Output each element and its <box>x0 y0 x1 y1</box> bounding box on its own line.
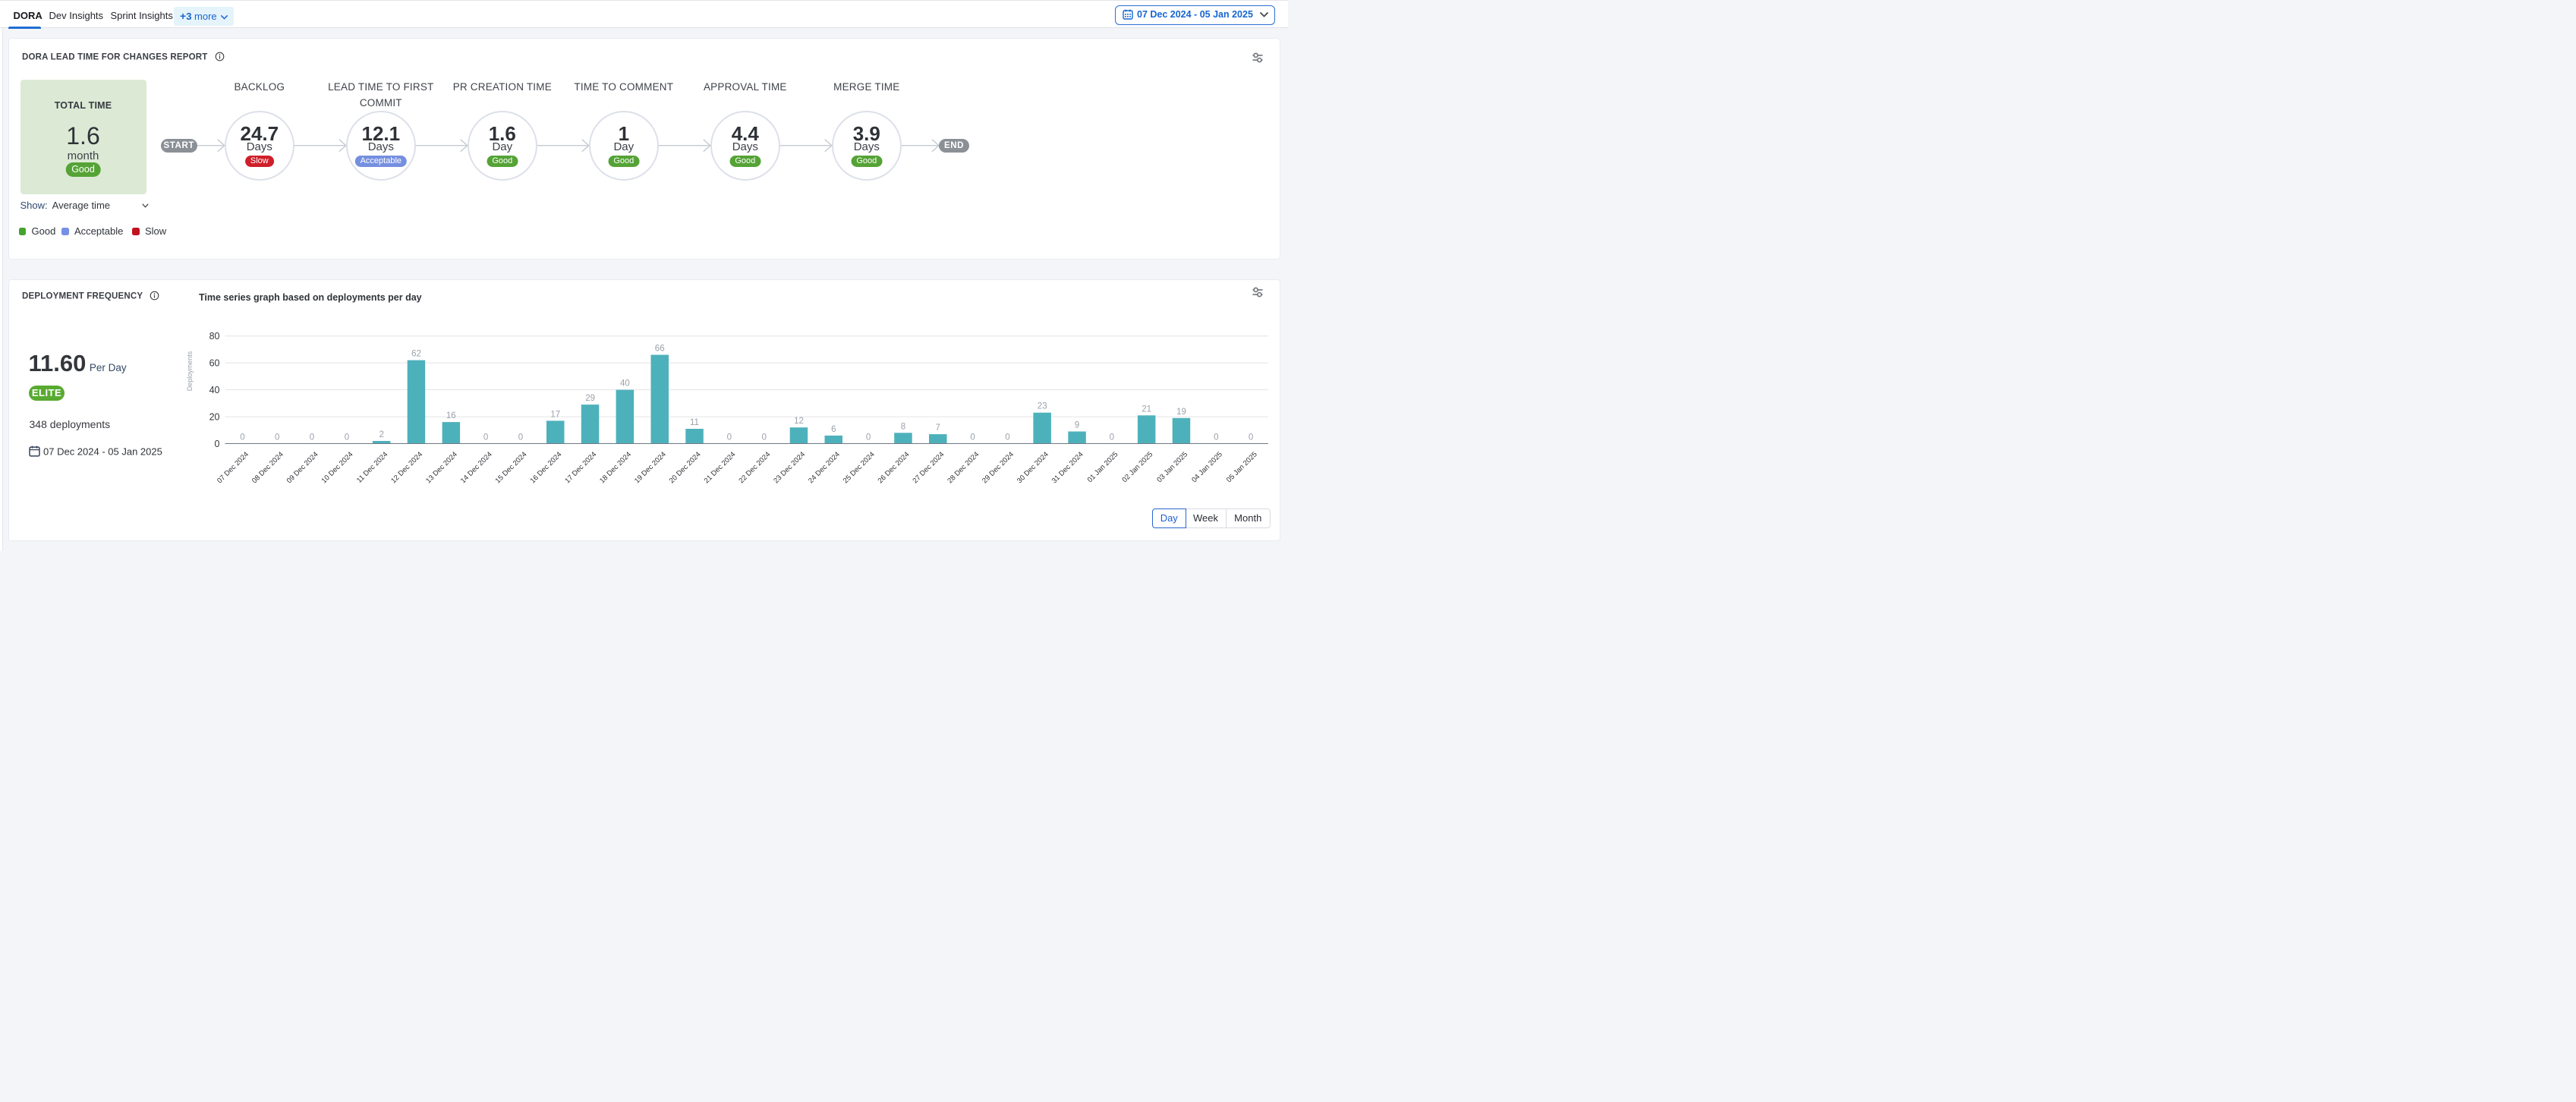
svg-text:08 Dec 2024: 08 Dec 2024 <box>250 450 285 485</box>
svg-text:01 Jan 2025: 01 Jan 2025 <box>1086 450 1120 484</box>
svg-text:0: 0 <box>761 433 766 442</box>
svg-text:17 Dec 2024: 17 Dec 2024 <box>563 450 598 485</box>
svg-text:09 Dec 2024: 09 Dec 2024 <box>285 450 320 485</box>
svg-text:04 Jan 2025: 04 Jan 2025 <box>1190 450 1224 484</box>
svg-text:19 Dec 2024: 19 Dec 2024 <box>633 450 668 485</box>
svg-text:12: 12 <box>794 417 804 426</box>
svg-text:Deployments: Deployments <box>186 351 194 391</box>
svg-text:23 Dec 2024: 23 Dec 2024 <box>772 450 807 485</box>
svg-text:22 Dec 2024: 22 Dec 2024 <box>737 450 772 485</box>
svg-text:29: 29 <box>585 394 595 403</box>
svg-text:8: 8 <box>901 422 905 431</box>
svg-text:23: 23 <box>1038 402 1047 411</box>
svg-text:17: 17 <box>550 410 560 419</box>
svg-text:7: 7 <box>935 423 940 433</box>
svg-text:0: 0 <box>727 433 732 442</box>
svg-text:0: 0 <box>518 433 523 442</box>
svg-text:11 Dec 2024: 11 Dec 2024 <box>355 450 389 484</box>
svg-text:0: 0 <box>1214 433 1218 442</box>
svg-text:24 Dec 2024: 24 Dec 2024 <box>807 450 842 485</box>
svg-text:0: 0 <box>345 433 349 442</box>
svg-text:66: 66 <box>655 345 665 354</box>
svg-text:20: 20 <box>209 412 220 423</box>
svg-text:16: 16 <box>446 411 456 420</box>
svg-text:25 Dec 2024: 25 Dec 2024 <box>842 450 877 485</box>
svg-text:11: 11 <box>690 418 699 427</box>
svg-text:6: 6 <box>831 425 836 434</box>
svg-text:0: 0 <box>1110 433 1114 442</box>
svg-text:0: 0 <box>275 433 279 442</box>
svg-text:62: 62 <box>411 350 421 359</box>
svg-text:14 Dec 2024: 14 Dec 2024 <box>459 450 494 485</box>
svg-text:60: 60 <box>209 358 220 369</box>
svg-text:40: 40 <box>620 379 630 389</box>
svg-text:20 Dec 2024: 20 Dec 2024 <box>668 450 703 485</box>
svg-text:0: 0 <box>483 433 488 442</box>
svg-text:0: 0 <box>240 433 244 442</box>
svg-text:0: 0 <box>866 433 871 442</box>
svg-text:21 Dec 2024: 21 Dec 2024 <box>703 450 738 485</box>
svg-text:16 Dec 2024: 16 Dec 2024 <box>529 450 564 485</box>
svg-text:10 Dec 2024: 10 Dec 2024 <box>320 450 355 485</box>
svg-text:15 Dec 2024: 15 Dec 2024 <box>494 450 529 485</box>
svg-text:0: 0 <box>970 433 975 442</box>
svg-text:07 Dec 2024: 07 Dec 2024 <box>216 450 250 485</box>
svg-text:0: 0 <box>310 433 314 442</box>
svg-text:05 Jan 2025: 05 Jan 2025 <box>1225 450 1259 484</box>
svg-text:9: 9 <box>1075 421 1079 430</box>
svg-text:29 Dec 2024: 29 Dec 2024 <box>981 450 1016 485</box>
svg-text:30 Dec 2024: 30 Dec 2024 <box>1016 450 1050 485</box>
svg-text:28 Dec 2024: 28 Dec 2024 <box>946 450 981 485</box>
svg-text:26 Dec 2024: 26 Dec 2024 <box>877 450 912 485</box>
svg-text:12 Dec 2024: 12 Dec 2024 <box>389 450 424 485</box>
svg-text:40: 40 <box>209 385 220 395</box>
svg-text:13 Dec 2024: 13 Dec 2024 <box>424 450 459 485</box>
svg-text:18 Dec 2024: 18 Dec 2024 <box>598 450 633 485</box>
svg-text:31 Dec 2024: 31 Dec 2024 <box>1050 450 1085 485</box>
svg-text:0: 0 <box>1249 433 1253 442</box>
svg-text:0: 0 <box>1005 433 1009 442</box>
svg-text:02 Jan 2025: 02 Jan 2025 <box>1120 450 1154 484</box>
svg-text:80: 80 <box>209 331 220 342</box>
svg-text:27 Dec 2024: 27 Dec 2024 <box>911 450 946 485</box>
svg-text:21: 21 <box>1142 405 1151 414</box>
svg-text:2: 2 <box>379 430 383 439</box>
svg-text:03 Jan 2025: 03 Jan 2025 <box>1155 450 1189 484</box>
svg-text:0: 0 <box>215 439 220 449</box>
svg-text:19: 19 <box>1176 408 1186 417</box>
